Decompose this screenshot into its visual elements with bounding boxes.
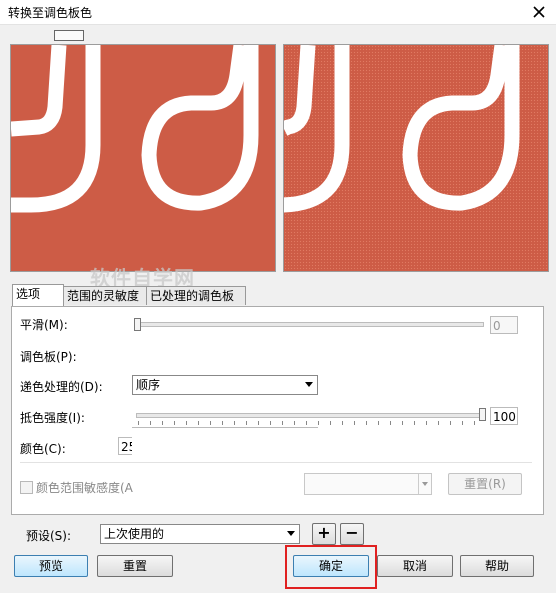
plus-icon: + (317, 523, 331, 542)
smooth-slider-track[interactable] (136, 322, 484, 327)
tab-processed-palette-label: 已处理的调色板 (150, 289, 235, 303)
smooth-slider-thumb[interactable] (134, 318, 141, 331)
color-label: 颜色(C): (20, 442, 66, 456)
tab-processed-palette[interactable]: 已处理的调色板 (146, 286, 246, 305)
palette-label: 调色板(P): (20, 350, 77, 364)
original-image (11, 45, 259, 213)
close-button[interactable] (522, 0, 556, 24)
tab-range-sensitivity[interactable]: 范围的灵敏度 (63, 286, 152, 305)
tab-options-label: 选项 (16, 287, 41, 301)
dither-strength-slider-thumb[interactable] (479, 408, 486, 421)
close-icon (533, 6, 545, 18)
separator (20, 462, 532, 463)
title-bar: 转换至调色板色 (0, 0, 556, 25)
presets-select-value: 上次使用的 (104, 527, 165, 541)
range-color-dropdown[interactable] (418, 474, 431, 494)
tab-range-sensitivity-label: 范围的灵敏度 (67, 289, 140, 303)
tab-options[interactable]: 选项 (12, 284, 64, 306)
result-preview (283, 44, 549, 272)
range-reset-button[interactable]: 重置(R) (448, 473, 522, 495)
dither-strength-ticks (138, 421, 482, 425)
preview-button[interactable]: 预览 (14, 555, 88, 577)
dither-label: 递色处理的(D): (20, 380, 103, 394)
dropdown-popup (132, 427, 318, 488)
chevron-down-icon (422, 482, 428, 486)
minus-icon: − (345, 523, 359, 542)
cancel-button[interactable]: 取消 (377, 555, 453, 577)
dither-select-value: 顺序 (136, 378, 161, 392)
dither-strength-slider-track[interactable] (136, 413, 484, 418)
range-sensitivity-label: 颜色范围敏感度(A (36, 481, 133, 495)
presets-label: 预设(S): (26, 529, 72, 543)
dock-toggle-icon[interactable] (54, 30, 84, 41)
dither-strength-label: 抵色强度(I): (20, 411, 85, 425)
dither-select[interactable]: 顺序 (132, 375, 318, 395)
add-preset-button[interactable]: + (312, 523, 336, 545)
ok-highlight-box (285, 545, 377, 589)
dither-strength-value-input[interactable]: 100 (490, 407, 518, 425)
original-preview (10, 44, 276, 272)
smooth-label: 平滑(M): (20, 318, 68, 332)
remove-preset-button[interactable]: − (340, 523, 364, 545)
result-image (284, 45, 520, 213)
chevron-down-icon (287, 531, 295, 536)
range-sensitivity-checkbox[interactable] (20, 481, 33, 494)
range-color-picker[interactable] (304, 473, 432, 495)
options-panel: 平滑(M): 0 调色板(P): 递色处理的(D): 顺序 抵色强度(I): 1… (11, 306, 544, 515)
help-button[interactable]: 帮助 (460, 555, 534, 577)
presets-select[interactable]: 上次使用的 (100, 524, 300, 544)
chevron-down-icon (305, 382, 313, 387)
reset-button[interactable]: 重置 (97, 555, 173, 577)
window-title: 转换至调色板色 (8, 6, 93, 20)
smooth-value-input[interactable]: 0 (490, 316, 518, 334)
